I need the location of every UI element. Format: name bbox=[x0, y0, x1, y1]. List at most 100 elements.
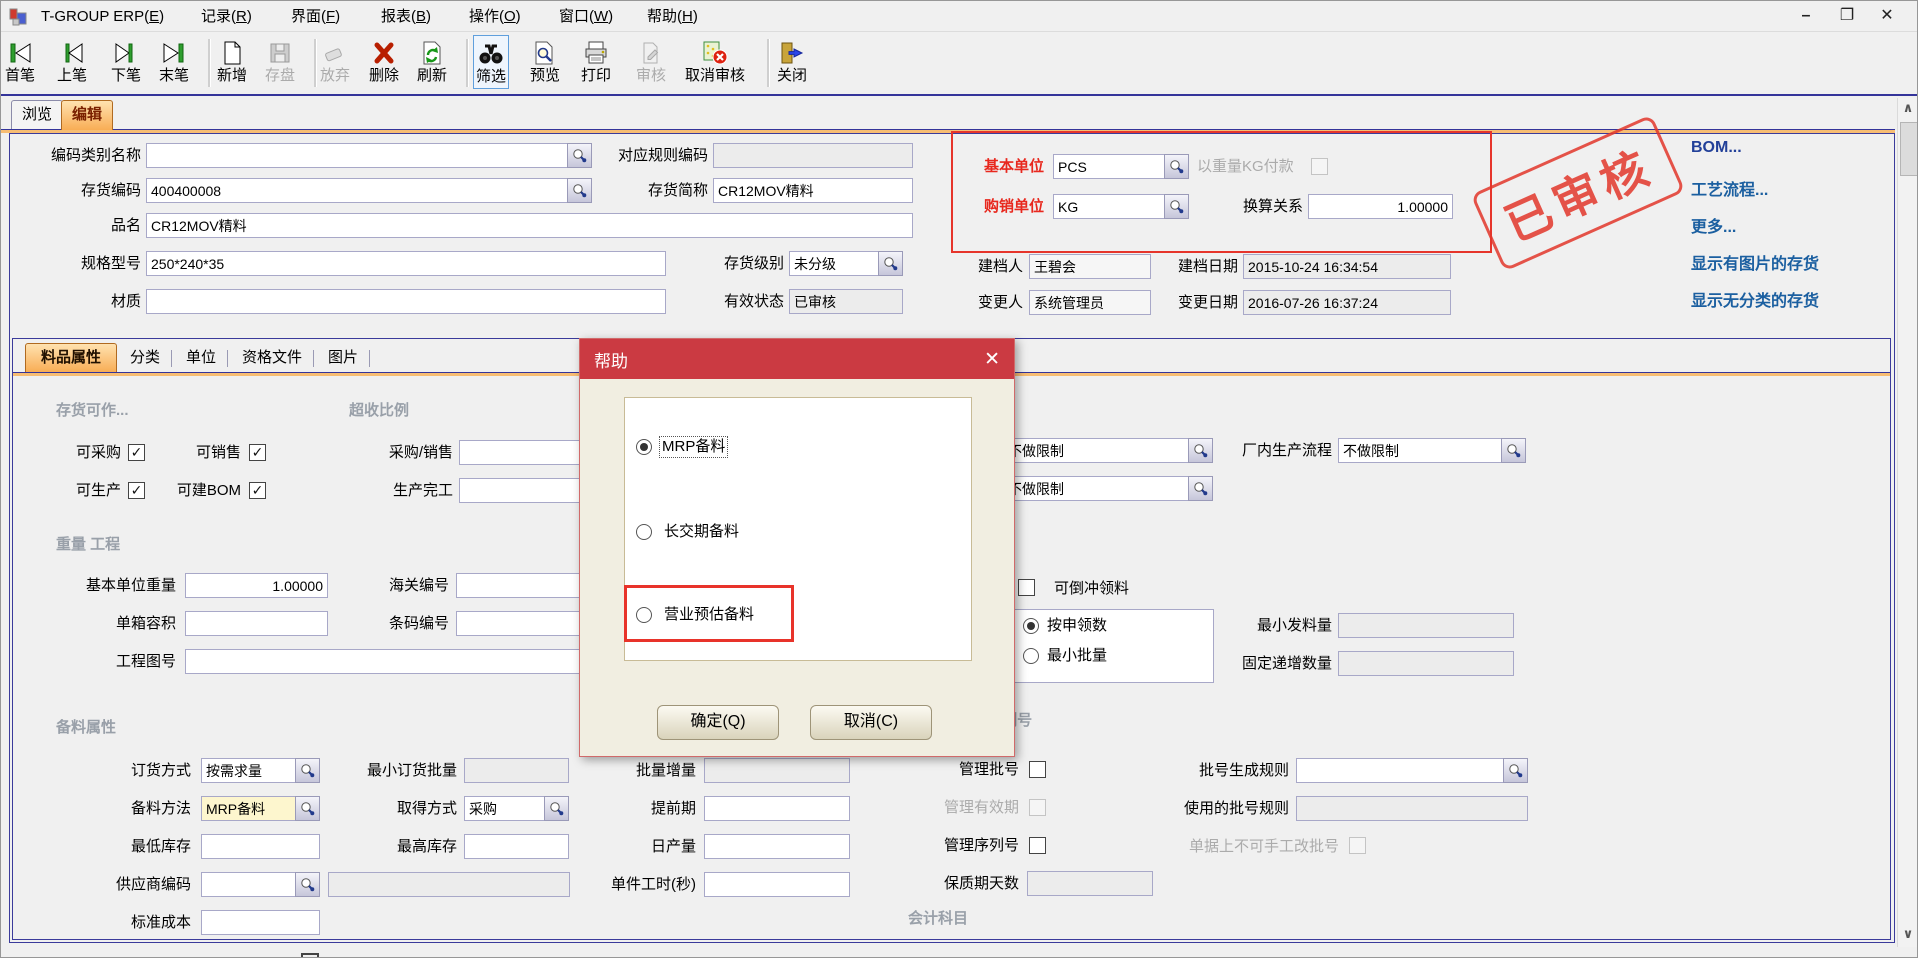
producible-label: 可生产 bbox=[41, 478, 121, 503]
backflush-checkbox[interactable] bbox=[1018, 579, 1035, 596]
menu-operation[interactable]: 操作(O) bbox=[469, 5, 521, 29]
unit-hours-input[interactable] bbox=[704, 872, 850, 897]
acquire-mode-lookup[interactable] bbox=[544, 796, 569, 821]
prep-method-lookup[interactable] bbox=[295, 796, 320, 821]
close-form-button[interactable]: 关闭 bbox=[775, 35, 809, 87]
used-batch-rule-label: 使用的批号规则 bbox=[1161, 796, 1289, 821]
trade-unit-lookup-button[interactable] bbox=[1164, 194, 1189, 219]
more-link[interactable]: 更多... bbox=[1691, 213, 1736, 237]
supplier-code-input[interactable] bbox=[201, 872, 296, 897]
subtab-unit[interactable]: 单位 bbox=[177, 344, 225, 373]
daily-output-input[interactable] bbox=[704, 834, 850, 859]
show-uncategorized-link[interactable]: 显示无分类的存货 bbox=[1691, 287, 1819, 311]
mrp-option-label[interactable]: MRP备料 bbox=[660, 437, 727, 457]
last-record-button[interactable]: 末笔 bbox=[157, 35, 191, 87]
process-flow-link[interactable]: 工艺流程... bbox=[1691, 176, 1768, 200]
menu-file[interactable]: T-GROUP ERP(E) bbox=[41, 5, 164, 29]
print-button[interactable]: 打印 bbox=[579, 35, 613, 87]
sellable-checkbox[interactable]: ✓ bbox=[249, 444, 266, 461]
close-window-button[interactable]: ✕ bbox=[1875, 5, 1899, 27]
conversion-input[interactable] bbox=[1308, 194, 1453, 219]
producible-checkbox[interactable]: ✓ bbox=[128, 482, 145, 499]
menu-window[interactable]: 窗口(W) bbox=[559, 5, 613, 29]
product-name-input[interactable] bbox=[146, 213, 913, 238]
delete-button[interactable]: 删除 bbox=[367, 35, 401, 87]
bom-link[interactable]: BOM... bbox=[1691, 139, 1742, 157]
subtab-qualification[interactable]: 资格文件 bbox=[233, 344, 311, 373]
menu-interface[interactable]: 界面(F) bbox=[291, 5, 340, 29]
box-volume-input[interactable] bbox=[185, 611, 328, 636]
restriction-lookup-1[interactable] bbox=[1188, 438, 1213, 463]
by-request-radio[interactable] bbox=[1023, 618, 1039, 634]
long-lead-option-radio[interactable] bbox=[636, 524, 652, 540]
drawing-no-input[interactable] bbox=[185, 649, 641, 674]
restriction-lookup-2[interactable] bbox=[1188, 476, 1213, 501]
show-with-picture-link[interactable]: 显示有图片的存货 bbox=[1691, 250, 1819, 274]
base-unit-input[interactable] bbox=[1053, 154, 1165, 179]
vertical-scrollbar[interactable]: ∧ ∨ bbox=[1897, 98, 1918, 947]
customs-code-label: 海关编号 bbox=[349, 573, 449, 598]
item-code-input[interactable] bbox=[146, 178, 568, 203]
preview-button[interactable]: 预览 bbox=[528, 35, 562, 87]
purchasable-checkbox[interactable]: ✓ bbox=[128, 444, 145, 461]
std-cost-input[interactable] bbox=[201, 910, 320, 935]
dialog-close-icon[interactable]: ✕ bbox=[984, 350, 1000, 369]
level-input[interactable] bbox=[789, 251, 879, 276]
new-button[interactable]: 新增 bbox=[215, 35, 249, 87]
level-lookup-button[interactable] bbox=[878, 251, 903, 276]
toolbar-separator bbox=[466, 39, 469, 87]
next-record-button[interactable]: 下笔 bbox=[109, 35, 143, 87]
material-input[interactable] bbox=[146, 289, 666, 314]
subtab-picture[interactable]: 图片 bbox=[319, 344, 367, 373]
factory-flow-input[interactable] bbox=[1338, 438, 1502, 463]
code-type-lookup-button[interactable] bbox=[567, 143, 592, 168]
prep-method-input[interactable] bbox=[201, 796, 296, 821]
scroll-down-arrow[interactable]: ∨ bbox=[1898, 924, 1918, 944]
scroll-thumb[interactable] bbox=[1900, 122, 1918, 176]
restriction-input-1[interactable] bbox=[1003, 438, 1189, 463]
unit-weight-input[interactable] bbox=[185, 573, 328, 598]
code-type-input[interactable] bbox=[146, 143, 568, 168]
max-stock-input[interactable] bbox=[464, 834, 569, 859]
factory-flow-lookup[interactable] bbox=[1501, 438, 1526, 463]
restore-button[interactable]: ❐ bbox=[1835, 5, 1859, 27]
menu-report[interactable]: 报表(B) bbox=[381, 5, 431, 29]
prev-record-button[interactable]: 上笔 bbox=[55, 35, 89, 87]
acquire-mode-input[interactable] bbox=[464, 796, 545, 821]
restriction-input-2[interactable] bbox=[1003, 476, 1189, 501]
lead-time-input[interactable] bbox=[704, 796, 850, 821]
subtab-category[interactable]: 分类 bbox=[121, 344, 169, 373]
trade-unit-input[interactable] bbox=[1053, 194, 1165, 219]
unaudit-button[interactable]: 取消审核 bbox=[683, 35, 747, 87]
manage-serial-checkbox[interactable] bbox=[1029, 837, 1046, 854]
batch-rule-input[interactable] bbox=[1296, 758, 1504, 783]
dialog-ok-button[interactable]: 确定(Q) bbox=[657, 705, 779, 740]
manage-batch-checkbox[interactable] bbox=[1029, 761, 1046, 778]
base-unit-lookup-button[interactable] bbox=[1164, 154, 1189, 179]
tab-edit[interactable]: 编辑 bbox=[61, 100, 113, 130]
scroll-up-arrow[interactable]: ∧ bbox=[1898, 98, 1918, 118]
minimize-button[interactable]: – bbox=[1794, 5, 1818, 27]
max-stock-label: 最高库存 bbox=[372, 834, 457, 859]
supplier-code-lookup[interactable] bbox=[295, 872, 320, 897]
spec-input[interactable] bbox=[146, 251, 666, 276]
filter-button[interactable]: 筛选 bbox=[473, 35, 509, 89]
menu-record[interactable]: 记录(R) bbox=[201, 5, 252, 29]
short-name-input[interactable] bbox=[713, 178, 913, 203]
mrp-option-radio[interactable] bbox=[636, 439, 652, 455]
refresh-button[interactable]: 刷新 bbox=[415, 35, 449, 87]
min-batch-radio[interactable] bbox=[1023, 648, 1039, 664]
first-record-button[interactable]: 首笔 bbox=[3, 35, 37, 87]
order-mode-lookup[interactable] bbox=[295, 758, 320, 783]
long-lead-option-label[interactable]: 长交期备料 bbox=[664, 522, 739, 542]
dialog-cancel-button[interactable]: 取消(C) bbox=[810, 705, 932, 740]
subtab-attributes[interactable]: 料品属性 bbox=[25, 343, 117, 372]
menu-help[interactable]: 帮助(H) bbox=[647, 5, 698, 29]
toolbar-divider bbox=[1, 94, 1918, 96]
tab-browse[interactable]: 浏览 bbox=[11, 100, 63, 130]
batch-rule-lookup[interactable] bbox=[1503, 758, 1528, 783]
min-stock-input[interactable] bbox=[201, 834, 320, 859]
bomable-checkbox[interactable]: ✓ bbox=[249, 482, 266, 499]
order-mode-input[interactable] bbox=[201, 758, 296, 783]
item-code-lookup-button[interactable] bbox=[567, 178, 592, 203]
